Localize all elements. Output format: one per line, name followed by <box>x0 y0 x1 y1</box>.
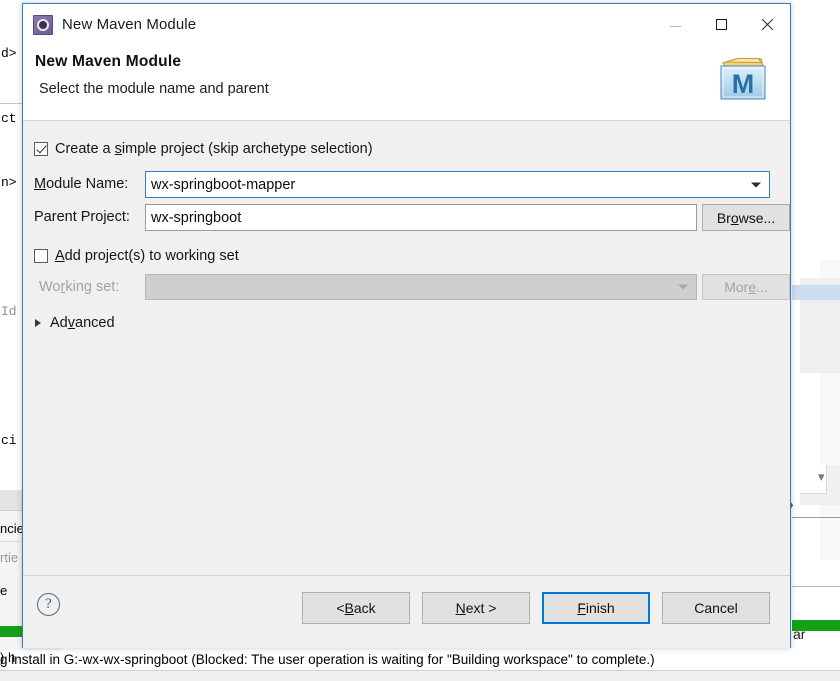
advanced-section-toggle[interactable]: Advanced <box>35 315 115 331</box>
module-name-label-after: odule Name: <box>46 176 129 192</box>
more-label-after: ... <box>756 279 768 295</box>
module-name-label: Module Name: <box>34 176 128 192</box>
cancel-button[interactable]: Cancel <box>662 592 770 624</box>
minimize-icon <box>669 26 681 27</box>
status-bar <box>0 670 840 681</box>
add-to-working-set-mnemonic: A <box>55 248 65 264</box>
module-name-row: Module Name: <box>34 176 128 192</box>
browse-label-before: Br <box>716 209 731 226</box>
panel-divider <box>792 517 840 518</box>
module-name-mnemonic: M <box>34 176 47 192</box>
new-maven-module-dialog: New Maven Module New Maven Module Select… <box>22 3 791 648</box>
screen: d> ct n> Id ci en ou ti rs de nc ncie rt… <box>0 0 840 681</box>
working-set-row: Working set: <box>39 279 119 295</box>
panel-divider <box>792 586 840 587</box>
chevron-down-icon[interactable]: ▾ <box>818 470 825 483</box>
working-set-label: Working set: <box>39 279 119 295</box>
parent-project-label: Parent Project: <box>34 209 130 225</box>
finish-mnemonic: F <box>577 600 586 616</box>
simple-project-row[interactable]: Create a simple project (skip archetype … <box>34 141 373 157</box>
advanced-label-before: Ad <box>50 315 68 331</box>
working-set-label-before: Wo <box>39 279 61 295</box>
parent-project-row: Parent Project: <box>34 209 130 225</box>
parent-project-input[interactable]: wx-springboot <box>145 204 697 231</box>
status-bar-message: g install in G:-wx-wx-springboot (Blocke… <box>0 652 655 667</box>
finish-label-after: inish <box>585 600 615 616</box>
close-button[interactable] <box>744 4 790 45</box>
advanced-label-after: anced <box>75 315 115 331</box>
working-set-label-after: king set: <box>65 279 120 295</box>
dialog-header: New Maven Module Select the module name … <box>23 45 790 120</box>
more-label-before: Mor <box>724 279 749 295</box>
browse-mnemonic: o <box>730 209 739 226</box>
advanced-label: Advanced <box>50 315 115 331</box>
svg-text:M: M <box>732 69 755 99</box>
next-label-after: ext > <box>465 600 497 616</box>
close-icon <box>761 18 774 31</box>
dialog-body: Create a simple project (skip archetype … <box>23 121 790 575</box>
next-mnemonic: N <box>455 600 466 616</box>
simple-project-label-before: Create a <box>55 141 115 157</box>
back-button[interactable]: < Back <box>302 592 410 624</box>
chevron-right-icon <box>35 319 41 327</box>
window-controls <box>652 4 790 45</box>
page-subtitle: Select the module name and parent <box>39 81 269 97</box>
simple-project-checkbox[interactable] <box>34 142 48 156</box>
browse-button[interactable]: Br o wse... <box>702 204 790 231</box>
add-to-working-set-label-after: dd project(s) to working set <box>64 248 239 264</box>
finish-button[interactable]: Finish <box>542 592 650 624</box>
maximize-icon <box>715 19 727 30</box>
simple-project-label-after: imple project (skip archetype selection) <box>121 141 373 157</box>
right-panel-label: ar <box>793 626 806 642</box>
add-to-working-set-row[interactable]: Add project(s) to working set <box>34 248 239 264</box>
editor-divider <box>0 103 24 104</box>
dialog-titlebar[interactable]: New Maven Module <box>23 4 790 45</box>
maven-folder-m-icon: M <box>720 58 766 100</box>
maximize-button[interactable] <box>698 4 744 45</box>
parent-project-value: wx-springboot <box>151 209 242 226</box>
add-to-working-set-checkbox[interactable] <box>34 249 48 263</box>
more-button: Mor e... <box>702 274 790 300</box>
advanced-mnemonic: v <box>67 315 75 331</box>
selected-row-highlight <box>792 285 840 300</box>
dialog-footer: ? < Back Next > Finish Cancel <box>23 575 790 648</box>
module-name-value: wx-springboot-mapper <box>151 176 296 193</box>
chevron-down-icon <box>678 284 688 290</box>
maven-module-icon <box>33 14 53 35</box>
simple-project-mnemonic: s <box>114 141 122 157</box>
next-button[interactable]: Next > <box>422 592 530 624</box>
module-name-input[interactable]: wx-springboot-mapper <box>145 171 770 198</box>
add-to-working-set-label: Add project(s) to working set <box>55 248 239 264</box>
more-mnemonic: e <box>748 279 757 295</box>
working-set-select <box>145 274 697 300</box>
back-mnemonic: B <box>344 600 354 616</box>
back-label-before: < <box>336 600 345 616</box>
page-title: New Maven Module <box>35 53 182 70</box>
simple-project-label: Create a simple project (skip archetype … <box>55 141 373 157</box>
minimize-button[interactable] <box>652 4 698 45</box>
back-label-after: ack <box>353 600 376 616</box>
dialog-title: New Maven Module <box>62 16 197 33</box>
help-icon[interactable]: ? <box>37 593 60 616</box>
dialog-buttons: < Back Next > Finish Cancel <box>302 592 770 624</box>
browse-label-after: wse... <box>738 209 776 226</box>
chevron-down-icon[interactable] <box>751 182 761 187</box>
